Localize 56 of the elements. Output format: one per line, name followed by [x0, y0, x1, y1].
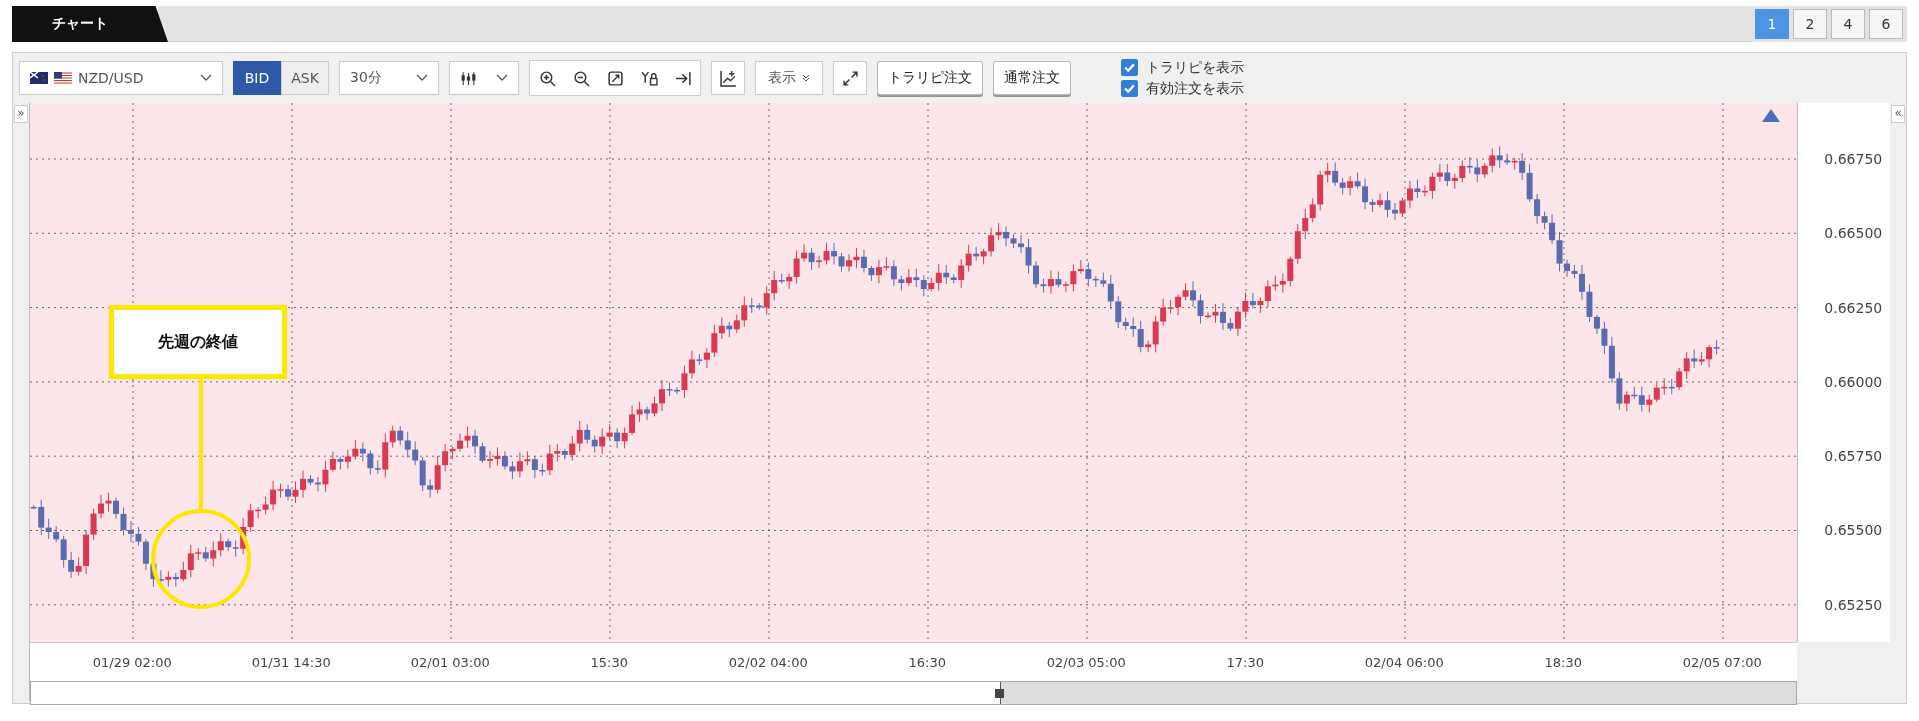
zoom-out-icon: [572, 69, 590, 87]
currency-pair-select[interactable]: NZD/USD: [19, 61, 223, 95]
y-axis-label: 0.65750: [1823, 447, 1884, 467]
arrow-to-bar-icon: [674, 69, 692, 87]
y-axis-label: 0.65250: [1823, 595, 1884, 615]
checkbox-label: トラリピを表示: [1146, 58, 1244, 77]
expand-icon: [841, 69, 859, 87]
collapse-left-button[interactable]: »: [14, 105, 28, 123]
expand-button[interactable]: [833, 61, 867, 95]
x-axis-label: 01/31 14:30: [250, 654, 332, 670]
price-side-toggle[interactable]: BID: [233, 61, 281, 95]
checkbox[interactable]: [1121, 80, 1138, 97]
x-axis-label: 02/02 04:00: [727, 654, 809, 670]
chart-plus-icon: [719, 69, 737, 87]
chart-tab[interactable]: チャート: [12, 6, 168, 42]
checkbox-label: 有効注文を表示: [1146, 79, 1244, 98]
layout-button[interactable]: 6: [1869, 9, 1903, 39]
fit-icon: [606, 69, 624, 87]
x-axis-label: 02/01 03:00: [409, 654, 491, 670]
x-axis-label: 15:30: [589, 654, 629, 670]
candlestick-icon: [460, 69, 477, 87]
y-axis-label: 0.66250: [1823, 298, 1884, 318]
chart-type-select[interactable]: [449, 61, 519, 95]
price-side-toggle[interactable]: ASK: [281, 61, 329, 95]
collapse-right-button[interactable]: «: [1891, 105, 1905, 123]
order-button[interactable]: 通常注文: [993, 61, 1071, 95]
x-axis-label: 02/04 06:00: [1363, 654, 1445, 670]
zoom-in-icon: [538, 69, 556, 87]
add-indicator-button[interactable]: [711, 61, 745, 95]
x-axis-label: 18:30: [1543, 654, 1583, 670]
x-axis-label: 16:30: [907, 654, 947, 670]
y-axis-label: 0.66500: [1823, 224, 1884, 244]
order-button[interactable]: トラリピ注文: [877, 61, 983, 95]
y-axis-label: 0.65500: [1823, 521, 1884, 541]
chevron-down-icon: [496, 74, 508, 82]
double-chevron-icon: [802, 74, 810, 82]
chevron-down-icon: [416, 74, 428, 82]
x-axis-label: 02/03 05:00: [1045, 654, 1127, 670]
flag-icon: [30, 72, 48, 84]
chevron-down-icon: [200, 74, 212, 82]
x-axis-label: 17:30: [1225, 654, 1265, 670]
y-axis-label: 0.66750: [1823, 150, 1884, 169]
scrollbar-thumb[interactable]: [999, 682, 1796, 704]
flag-icon: [54, 72, 72, 84]
layout-button[interactable]: 4: [1831, 9, 1865, 39]
scroll-handle[interactable]: [994, 689, 1004, 698]
triangle-marker-icon: [1761, 109, 1780, 122]
y-axis-label: 0.66000: [1823, 372, 1884, 392]
layout-button[interactable]: 2: [1793, 9, 1827, 39]
annotation-callout: 先週の終値: [108, 305, 287, 379]
x-axis-label: 01/29 02:00: [91, 654, 173, 670]
x-axis-label: 02/05 07:00: [1681, 654, 1763, 670]
display-menu-button[interactable]: 表示: [755, 61, 823, 95]
y-lock-icon: [640, 69, 658, 87]
checkbox[interactable]: [1121, 59, 1138, 76]
timeframe-select[interactable]: 30分: [339, 61, 439, 95]
